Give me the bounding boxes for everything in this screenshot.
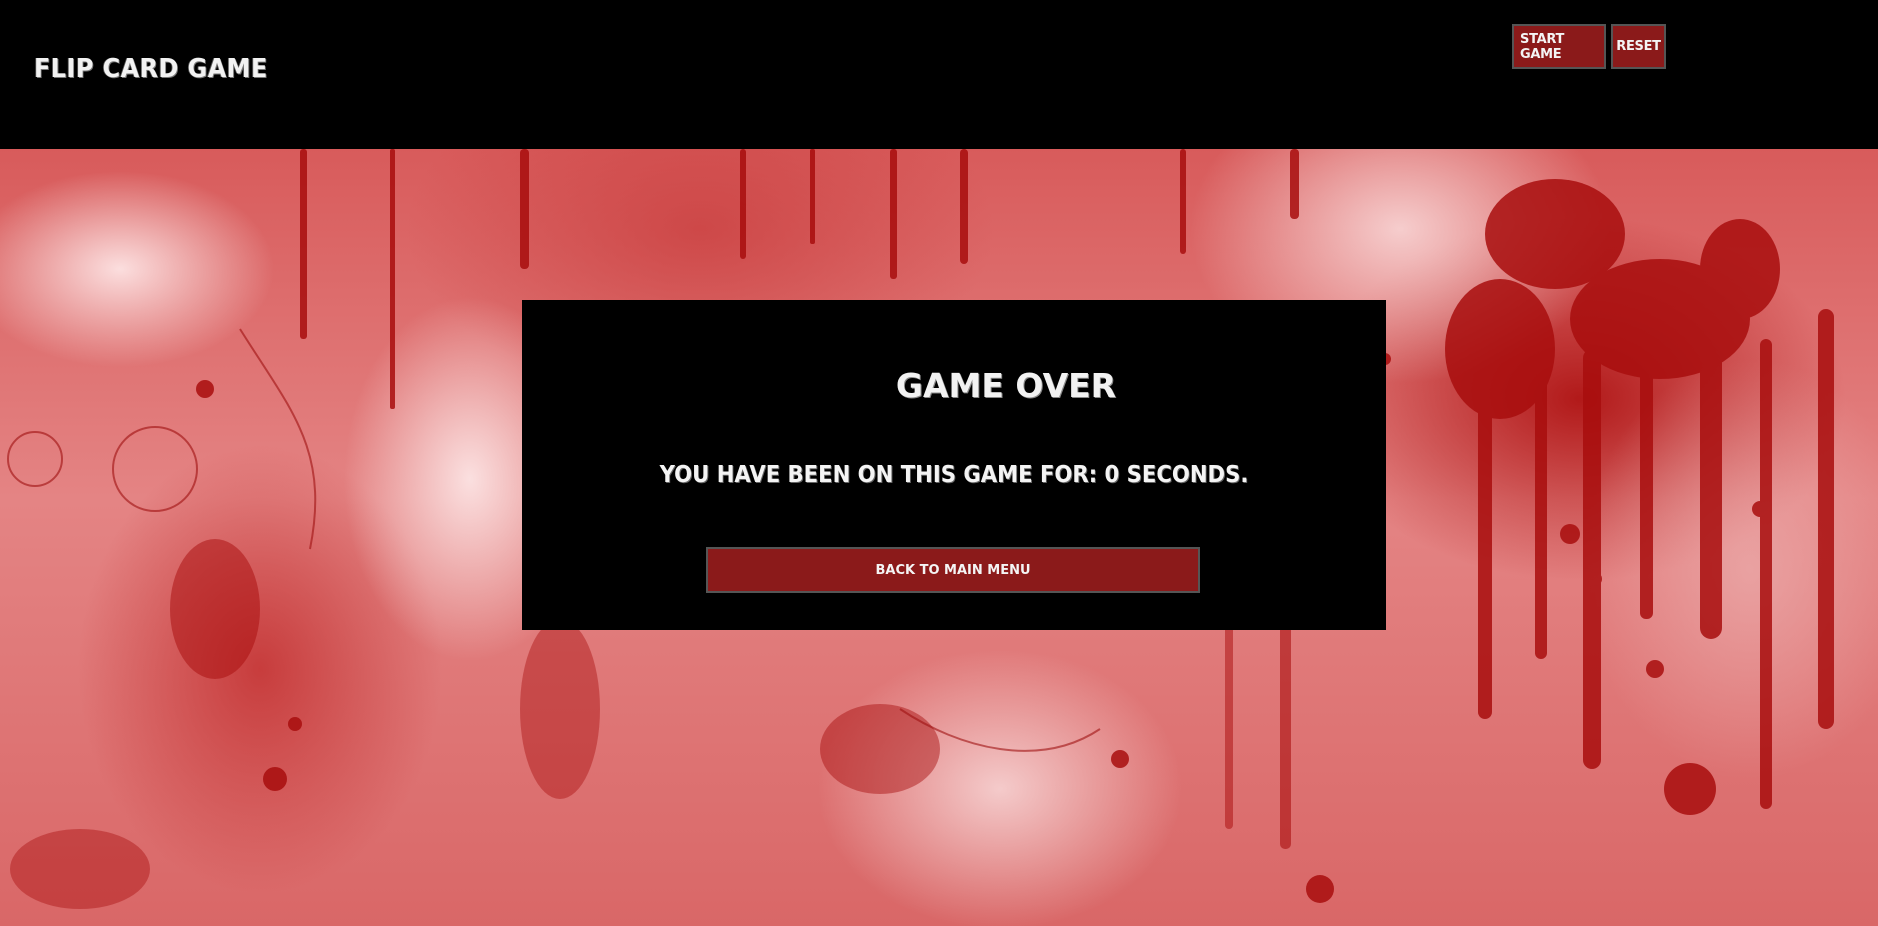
elapsed-time-message: You have been on this game for: 0 second… — [659, 462, 1249, 488]
top-header: Flip Card Game Start Game Reset — [0, 0, 1878, 149]
back-to-main-menu-button[interactable]: Back to main menu — [706, 547, 1200, 593]
start-game-button[interactable]: Start Game — [1512, 24, 1606, 69]
game-over-title: Game Over — [895, 366, 1117, 405]
app-title: Flip Card Game — [34, 54, 268, 84]
reset-button[interactable]: Reset — [1611, 24, 1666, 69]
game-over-modal: Game Over You have been on this game for… — [522, 300, 1386, 630]
